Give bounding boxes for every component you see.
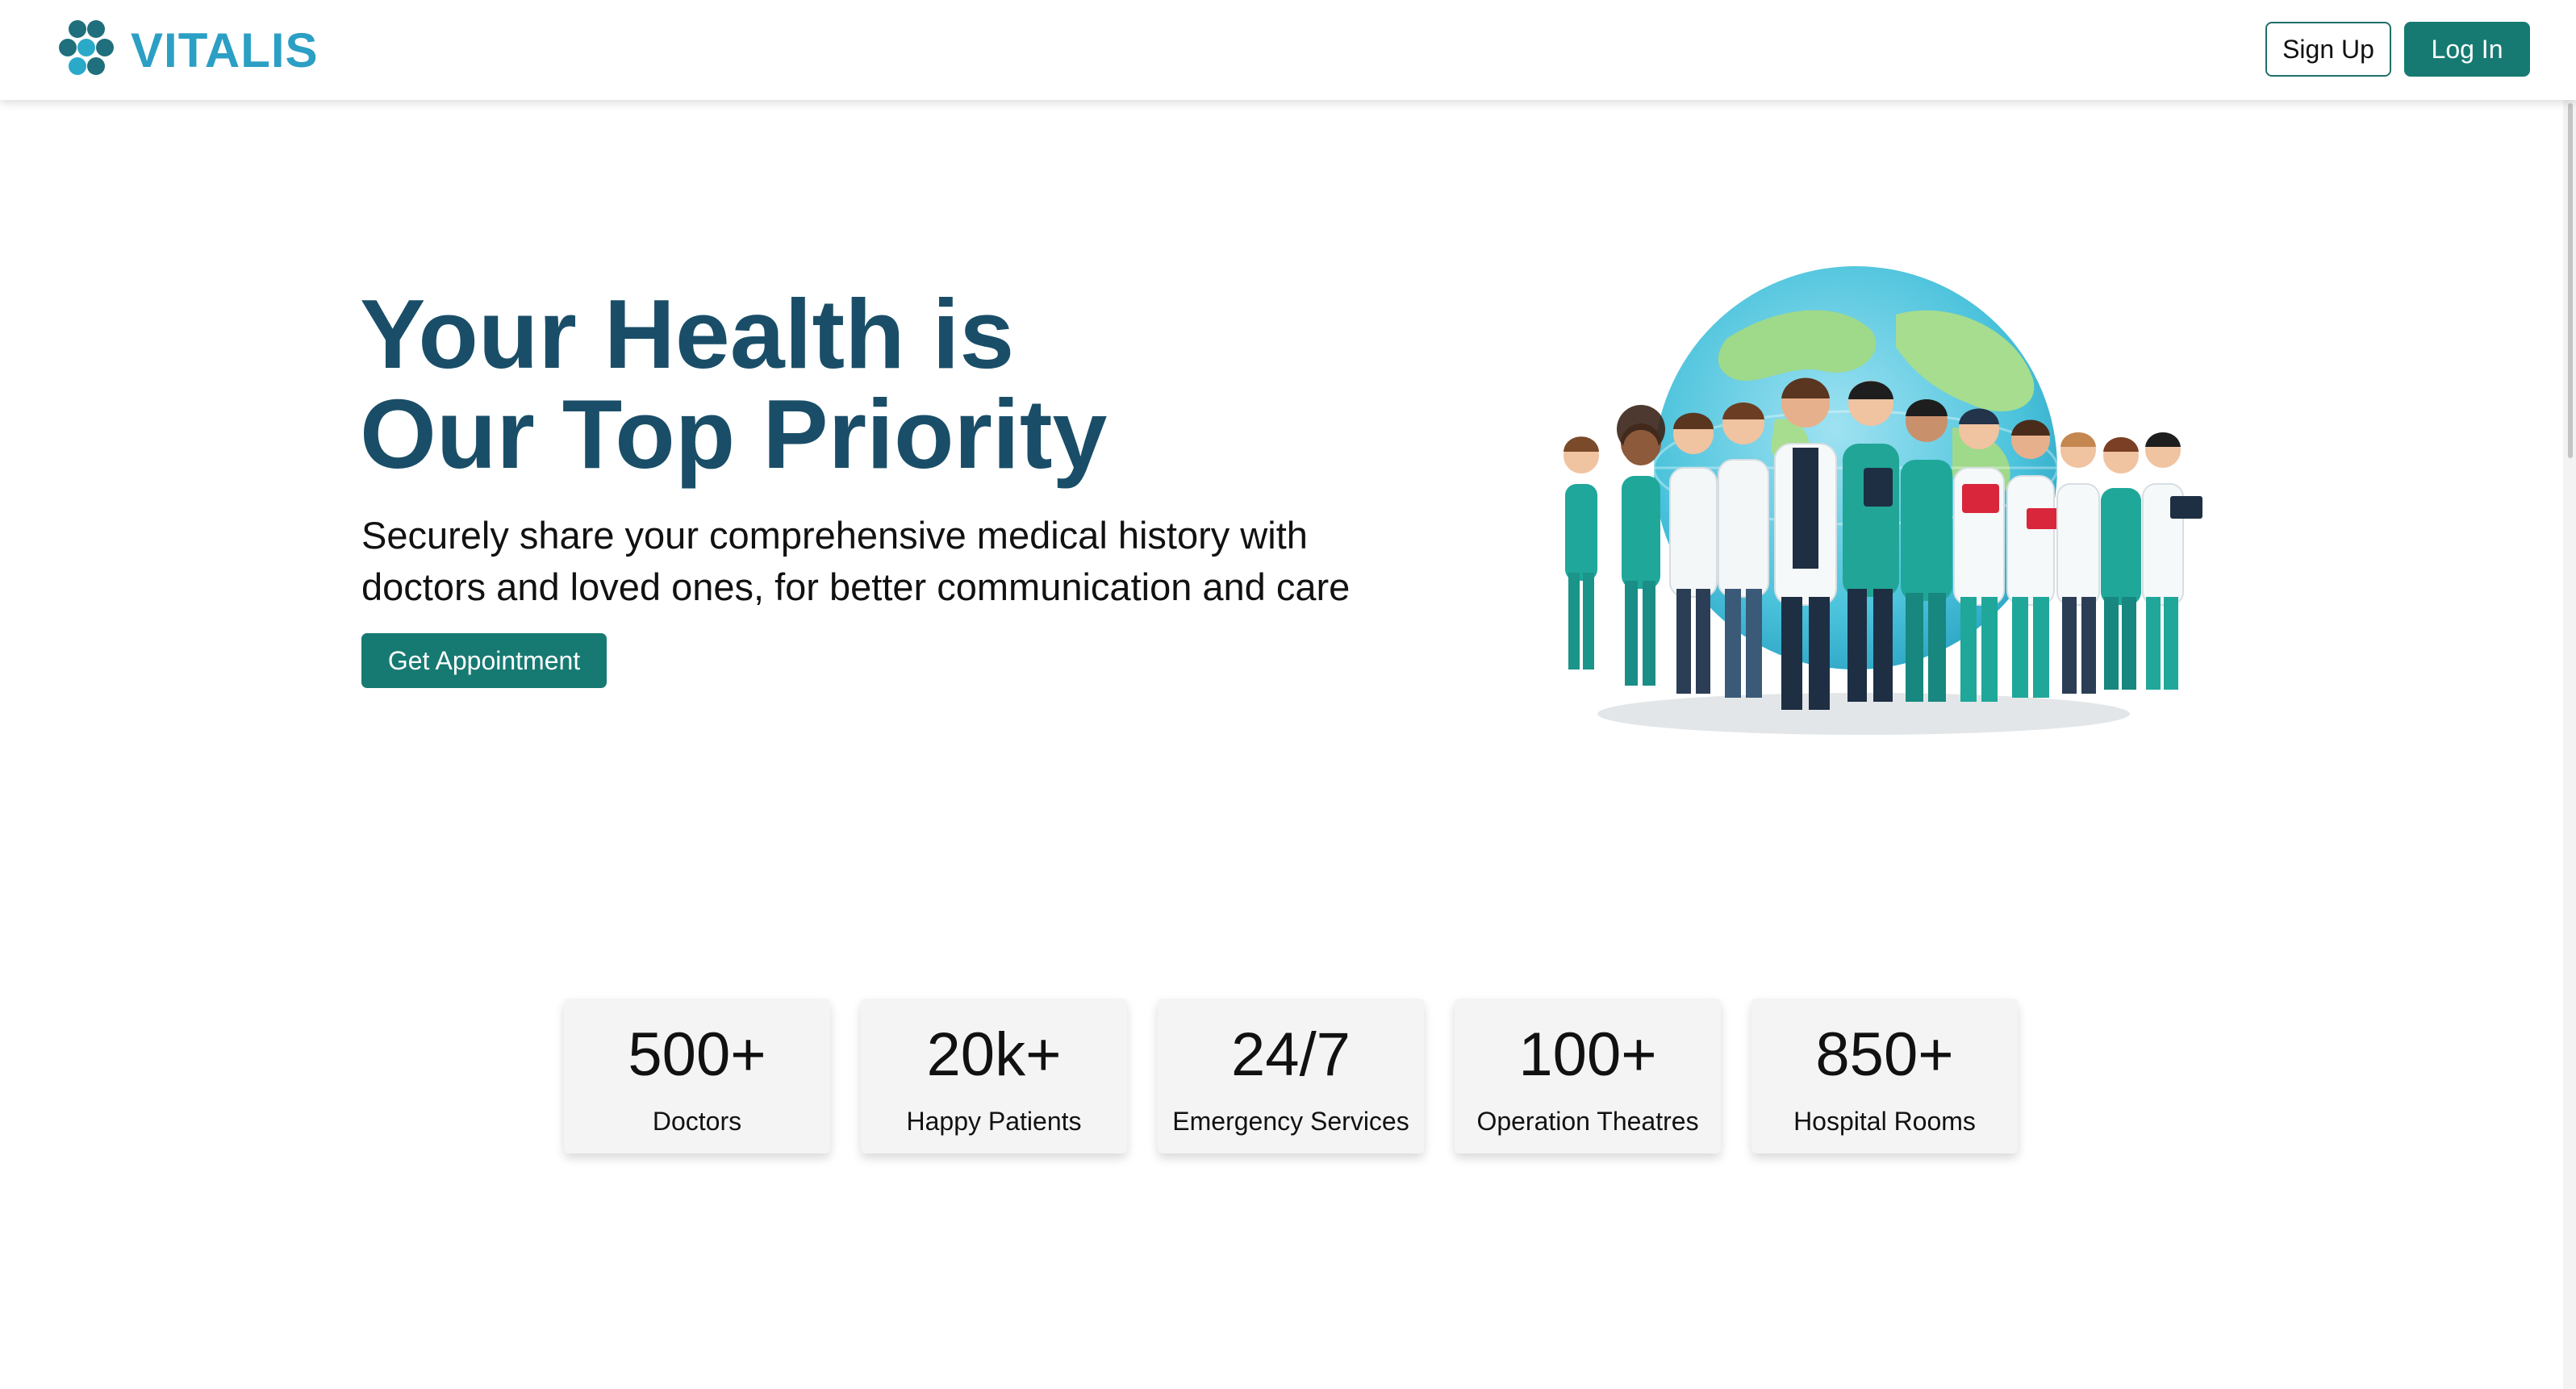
brand-name: VITALIS [131, 23, 319, 77]
hero-subtitle: Securely share your comprehensive medica… [361, 514, 1351, 608]
hero-title: Your Health is Our Top Priority [360, 284, 1107, 484]
stat-card-emergency-services: 24/7 Emergency Services [1158, 999, 1424, 1153]
stat-value: 850+ [1815, 1020, 1954, 1089]
log-in-button[interactable]: Log In [2404, 22, 2530, 77]
hero-title-line-2: Our Top Priority [360, 379, 1108, 489]
sign-up-button[interactable]: Sign Up [2265, 22, 2391, 77]
stat-card-happy-patients: 20k+ Happy Patients [861, 999, 1127, 1153]
stat-label: Hospital Rooms [1793, 1107, 1976, 1136]
stat-card-operation-theatres: 100+ Operation Theatres [1455, 999, 1721, 1153]
stat-label: Happy Patients [906, 1107, 1082, 1136]
brand-logo[interactable]: VITALIS [58, 16, 319, 84]
medical-team-with-globe-illustration [1564, 266, 2202, 735]
stat-card-doctors: 500+ Doctors [564, 999, 830, 1153]
stat-label: Operation Theatres [1476, 1107, 1699, 1136]
stat-card-hospital-rooms: 850+ Hospital Rooms [1751, 999, 2018, 1153]
hexagon-cluster-logo-icon [59, 20, 114, 75]
scrollbar-thumb[interactable] [2568, 103, 2573, 458]
stat-value: 500+ [628, 1020, 766, 1089]
hero-title-line-1: Your Health is [360, 279, 1015, 389]
stat-value: 24/7 [1231, 1020, 1351, 1089]
stat-label: Doctors [652, 1107, 742, 1136]
get-appointment-button[interactable]: Get Appointment [361, 633, 607, 688]
stat-label: Emergency Services [1172, 1107, 1409, 1136]
stat-value: 100+ [1518, 1020, 1657, 1089]
top-navbar: VITALIS Sign Up Log In [0, 0, 2576, 100]
stat-value: 20k+ [926, 1020, 1062, 1089]
